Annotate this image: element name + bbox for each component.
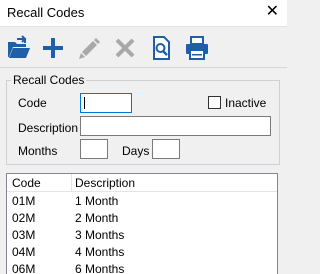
days-input[interactable] — [152, 139, 180, 159]
cell-code: 04M — [12, 245, 36, 259]
cell-description: 4 Months — [75, 245, 125, 259]
delete-icon — [115, 38, 135, 58]
cell-code: 01M — [12, 194, 36, 208]
window-title: Recall Codes — [7, 5, 85, 20]
cell-code: 03M — [12, 228, 36, 242]
inactive-label[interactable]: Inactive — [225, 96, 266, 110]
close-icon[interactable]: ✕ — [266, 2, 279, 22]
table-row[interactable]: 04M 4 Months — [7, 243, 277, 260]
title-bar: Recall Codes ✕ — [0, 0, 287, 26]
recall-codes-list[interactable]: Code Description 01M 1 Month 02M 2 Month… — [6, 173, 278, 274]
code-input[interactable] — [80, 93, 132, 113]
add-icon — [43, 38, 63, 58]
preview-icon — [153, 36, 170, 60]
inactive-checkbox[interactable] — [208, 96, 221, 109]
table-row[interactable]: 03M 3 Months — [7, 226, 277, 243]
print-button[interactable] — [184, 35, 210, 61]
column-header-description[interactable]: Description — [75, 176, 135, 190]
delete-button[interactable] — [112, 35, 138, 61]
cell-description: 6 Months — [75, 262, 125, 274]
table-row[interactable]: 02M 2 Month — [7, 209, 277, 226]
edit-icon — [79, 38, 100, 59]
code-label: Code — [18, 96, 47, 110]
group-title: Recall Codes — [11, 73, 87, 87]
column-header-code[interactable]: Code — [12, 176, 41, 190]
add-button[interactable] — [40, 35, 66, 61]
cell-description: 1 Month — [75, 194, 119, 208]
print-icon — [186, 36, 208, 60]
cell-description: 3 Months — [75, 228, 125, 242]
cell-code: 06M — [12, 262, 36, 274]
months-label: Months — [18, 144, 58, 158]
table-row[interactable]: 06M 6 Months — [7, 260, 277, 274]
list-header: Code Description — [7, 174, 277, 192]
months-input[interactable] — [80, 139, 108, 159]
days-label: Days — [122, 144, 150, 158]
preview-button[interactable] — [148, 35, 174, 61]
open-folder-icon — [8, 35, 30, 58]
description-input[interactable] — [80, 116, 271, 136]
description-label: Description — [18, 121, 79, 135]
table-row[interactable]: 01M 1 Month — [7, 192, 277, 209]
column-divider[interactable] — [277, 174, 278, 192]
cell-description: 2 Month — [75, 211, 119, 225]
toolbar — [0, 26, 287, 68]
cell-code: 02M — [12, 211, 36, 225]
text-caret — [84, 97, 85, 109]
open-folder-button[interactable] — [6, 35, 32, 61]
column-divider[interactable] — [71, 174, 72, 192]
edit-button[interactable] — [76, 35, 102, 61]
